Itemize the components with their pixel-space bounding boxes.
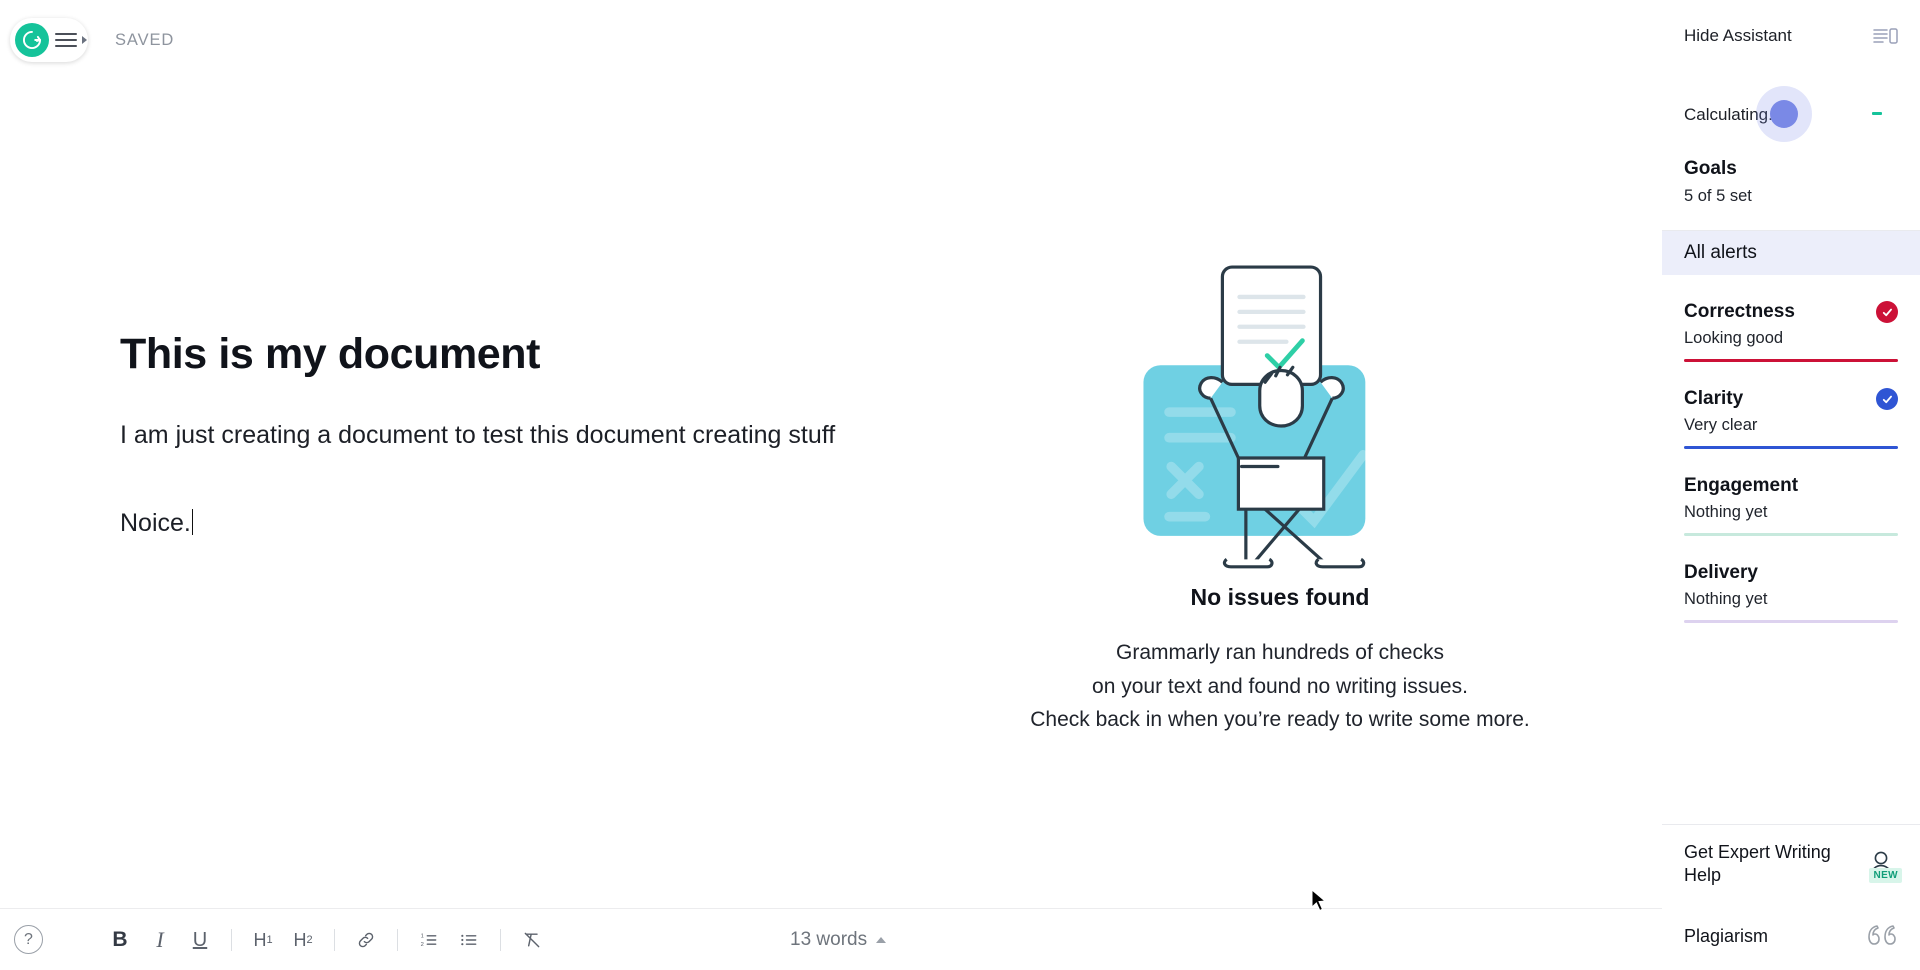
- alert-title: Clarity: [1684, 388, 1744, 409]
- plagiarism-button[interactable]: Plagiarism: [1684, 904, 1898, 970]
- empty-state-line-2: on your text and found no writing issues…: [1092, 674, 1468, 698]
- word-count-button[interactable]: 13 words: [790, 909, 887, 970]
- bullet-list-icon: [461, 934, 477, 946]
- bullet-list-button[interactable]: [449, 909, 489, 970]
- sidebar-top-section: Hide Assistant Calculating... Goals 5 of…: [1662, 0, 1920, 230]
- person-icon: NEW: [1864, 847, 1902, 884]
- alert-clarity[interactable]: Clarity Very clear: [1684, 362, 1898, 449]
- empty-state-line-1: Grammarly ran hundreds of checks: [1116, 641, 1444, 664]
- alert-status: Nothing yet: [1684, 590, 1768, 608]
- new-badge: NEW: [1869, 868, 1902, 884]
- word-count-label: 13 words: [790, 929, 868, 950]
- formatting-tools: B I U H1 H2 1 2: [100, 909, 552, 970]
- editor-panel: SAVED This is my document I am just crea…: [0, 0, 1662, 970]
- hide-assistant-label: Hide Assistant: [1684, 26, 1792, 45]
- underline-button[interactable]: U: [180, 909, 220, 970]
- paragraph-2-text: Noice.: [120, 508, 191, 537]
- loading-pulse-icon: [1756, 86, 1812, 142]
- app-menu-pill[interactable]: [10, 18, 88, 62]
- italic-button[interactable]: I: [140, 909, 180, 970]
- empty-state-title: No issues found: [1190, 584, 1370, 610]
- link-button[interactable]: [346, 909, 386, 970]
- alert-header: Correctness: [1684, 301, 1898, 323]
- grammarly-editor-app: SAVED This is my document I am just crea…: [0, 0, 1920, 970]
- overall-score-row[interactable]: Calculating...: [1684, 72, 1898, 158]
- goals-title: Goals: [1684, 158, 1737, 179]
- assistant-sidebar: Hide Assistant Calculating... Goals 5 of…: [1662, 0, 1920, 970]
- editor-bottom-toolbar: ? B I U H1 H2 1 2 13 words: [0, 908, 1662, 970]
- alert-header: Delivery: [1684, 562, 1898, 584]
- heading-2-button[interactable]: H2: [283, 909, 323, 970]
- all-alerts-tab[interactable]: All alerts: [1662, 231, 1920, 275]
- quotation-marks-icon: [1864, 920, 1898, 954]
- check-circle-icon: [1876, 388, 1898, 410]
- alert-status: Nothing yet: [1684, 503, 1768, 521]
- heading-1-letter: H: [253, 929, 267, 950]
- sidebar-footer: Get Expert Writing Help NEW Plagiarism: [1662, 825, 1920, 970]
- plagiarism-label: Plagiarism: [1684, 926, 1769, 947]
- heading-1-number: 1: [266, 934, 273, 946]
- hamburger-menu-icon: [55, 33, 77, 47]
- hide-assistant-button[interactable]: Hide Assistant: [1684, 0, 1898, 72]
- alert-title: Correctness: [1684, 301, 1795, 322]
- alert-title: Delivery: [1684, 562, 1758, 583]
- bold-button[interactable]: B: [100, 909, 140, 970]
- clear-formatting-button[interactable]: [512, 909, 552, 970]
- empty-state-line-3: Check back in when you’re ready to write…: [1030, 708, 1530, 732]
- check-circle-icon: [1876, 301, 1898, 323]
- alert-delivery[interactable]: Delivery Nothing yet: [1684, 536, 1898, 623]
- toolbar-divider: [334, 929, 335, 951]
- alert-correctness[interactable]: Correctness Looking good: [1684, 275, 1898, 362]
- alert-header: Clarity: [1684, 388, 1898, 410]
- heading-1-button[interactable]: H1: [243, 909, 283, 970]
- numbered-list-button[interactable]: 1 2: [409, 909, 449, 970]
- link-icon: [358, 932, 374, 948]
- toolbar-divider: [397, 929, 398, 951]
- score-value: [1872, 112, 1882, 115]
- alert-title: Engagement: [1684, 475, 1799, 496]
- svg-text:2: 2: [421, 942, 424, 948]
- get-expert-writing-help-button[interactable]: Get Expert Writing Help NEW: [1684, 825, 1902, 905]
- saved-status-label: SAVED: [115, 31, 175, 49]
- heading-2-letter: H: [293, 929, 307, 950]
- clear-formatting-icon: [524, 932, 540, 948]
- text-cursor: [191, 508, 194, 535]
- alert-header: Engagement: [1684, 475, 1898, 497]
- alert-status: Looking good: [1684, 329, 1784, 347]
- empty-state-description: Grammarly ran hundreds of checks on your…: [1000, 636, 1560, 737]
- hide-panel-icon: [1873, 28, 1898, 44]
- alerts-list: Correctness Looking good Clarity Very cl…: [1662, 275, 1920, 623]
- person-holding-checked-document-illustration: [1143, 265, 1368, 569]
- goals-subtitle: 5 of 5 set: [1684, 187, 1752, 205]
- chevron-right-icon: [82, 36, 87, 44]
- question-mark-icon: ?: [24, 930, 33, 948]
- numbered-list-icon: 1 2: [421, 934, 437, 948]
- heading-2-number: 2: [306, 934, 313, 946]
- goals-section[interactable]: Goals 5 of 5 set: [1684, 158, 1898, 230]
- no-issues-empty-state: No issues found Grammarly ran hundreds o…: [1000, 250, 1560, 737]
- help-button[interactable]: ?: [14, 925, 43, 954]
- caret-up-icon: [876, 937, 887, 943]
- grammarly-g-logo: [15, 23, 49, 57]
- alert-engagement[interactable]: Engagement Nothing yet: [1684, 449, 1898, 536]
- svg-text:1: 1: [421, 934, 424, 940]
- toolbar-divider: [231, 929, 232, 951]
- alert-status: Very clear: [1684, 416, 1758, 434]
- expert-help-label: Get Expert Writing Help: [1684, 841, 1831, 886]
- toolbar-divider: [500, 929, 501, 951]
